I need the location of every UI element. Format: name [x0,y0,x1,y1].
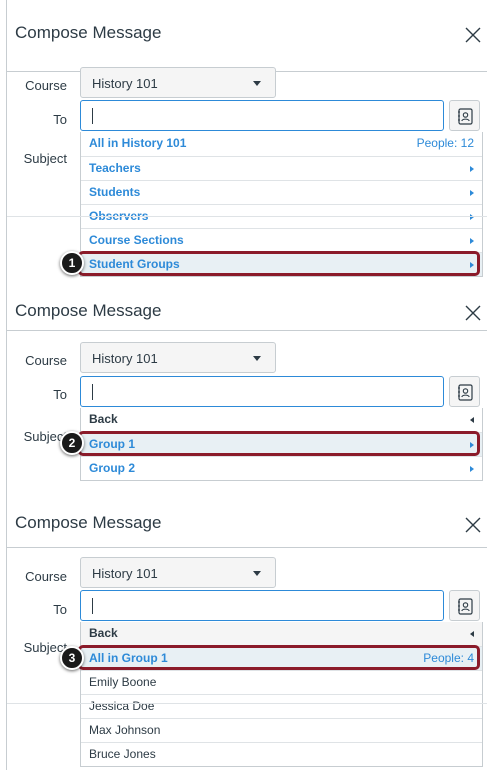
address-book-icon [458,108,473,125]
close-icon[interactable] [463,25,483,45]
to-label: To [53,387,67,402]
text-cursor [92,598,93,614]
list-item-label: Course Sections [89,233,184,247]
course-label: Course [25,569,67,584]
compose-dialog-step-3: Compose Message Course History 101 To Su… [6,503,487,770]
close-icon[interactable] [463,515,483,535]
list-item-back[interactable]: Back [81,622,482,646]
step-badge: 1 [60,251,84,275]
list-item-label: Jessica Doe [89,699,155,713]
list-item-person[interactable]: Emily Boone [81,670,482,694]
divider [7,216,487,217]
chevron-down-icon [253,571,261,576]
compose-dialog-step-1: Compose Message Course History 101 To Su… [6,0,487,285]
chevron-right-icon [470,214,474,220]
course-label: Course [25,353,67,368]
dialog-title: Compose Message [15,301,162,320]
list-item-course-sections[interactable]: Course Sections [81,228,482,252]
course-select-value: History 101 [92,76,158,91]
chevron-right-icon [470,166,474,172]
chevron-down-icon [253,81,261,86]
chevron-right-icon [470,466,474,472]
list-item-all-in-course[interactable]: All in History 101 People: 12 [81,132,482,156]
course-select[interactable]: History 101 [80,67,276,98]
divider [7,547,487,548]
list-item-group-2[interactable]: Group 2 [81,456,482,480]
subject-label: Subject [23,151,67,166]
list-item-label: Emily Boone [89,675,157,689]
list-item-label: Teachers [89,161,141,175]
list-item-label: Student Groups [89,257,180,271]
subject-label: Subject [23,429,67,444]
list-item-person[interactable]: Max Johnson [81,718,482,742]
list-item-label: Bruce Jones [89,747,156,761]
list-item-teachers[interactable]: Teachers [81,156,482,180]
list-item-students[interactable]: Students [81,180,482,204]
recipient-dropdown: Back Group 1 Group 2 [80,408,483,481]
list-item-student-groups[interactable]: Student Groups [81,252,482,276]
step-badge: 2 [60,431,84,455]
people-count: People: 12 [416,136,474,150]
chevron-right-icon [470,262,474,268]
list-item-all-in-group[interactable]: All in Group 1 People: 4 [81,646,482,670]
divider [7,330,487,331]
course-select-value: History 101 [92,566,158,581]
close-icon[interactable] [463,303,483,323]
address-book-icon [458,598,473,615]
people-count: People: 4 [423,651,474,665]
dialog-title: Compose Message [15,513,162,532]
chevron-down-icon [253,356,261,361]
chevron-right-icon [470,442,474,448]
course-label: Course [25,78,67,93]
list-item-label: All in Group 1 [89,651,168,665]
dialog-header: Compose Message [7,0,487,72]
recipient-dropdown: Back All in Group 1 People: 4 Emily Boon… [80,622,483,767]
list-item-person[interactable]: Jessica Doe [81,694,482,718]
text-cursor [92,108,93,124]
to-label: To [53,602,67,617]
list-item-label: Max Johnson [89,723,161,737]
address-book-button[interactable] [449,100,480,131]
step-badge: 3 [60,646,84,670]
to-input[interactable] [80,100,444,131]
address-book-button[interactable] [449,590,480,621]
subject-label: Subject [23,640,67,655]
text-cursor [92,384,93,400]
list-item-label: Group 2 [89,461,136,475]
address-book-icon [458,384,473,401]
recipient-dropdown: All in History 101 People: 12 Teachers S… [80,132,483,277]
to-input[interactable] [80,376,444,407]
chevron-right-icon [470,238,474,244]
list-item-label: Back [89,626,118,640]
address-book-button[interactable] [449,376,480,407]
to-input[interactable] [80,590,444,621]
list-item-back[interactable]: Back [81,408,482,432]
list-item-person[interactable]: Bruce Jones [81,742,482,766]
chevron-left-icon [470,417,474,423]
divider [7,703,487,704]
course-select-value: History 101 [92,351,158,366]
chevron-left-icon [470,631,474,637]
list-item-label: Group 1 [89,437,136,451]
list-item-label: All in History 101 [89,136,187,150]
to-label: To [53,112,67,127]
course-select[interactable]: History 101 [80,342,276,373]
list-item-group-1[interactable]: Group 1 [81,432,482,456]
compose-dialog-step-2: Compose Message Course History 101 To Su… [6,285,487,503]
list-item-label: Students [89,185,141,199]
list-item-label: Back [89,412,118,426]
course-select[interactable]: History 101 [80,557,276,588]
chevron-right-icon [470,190,474,196]
dialog-title: Compose Message [15,23,162,42]
